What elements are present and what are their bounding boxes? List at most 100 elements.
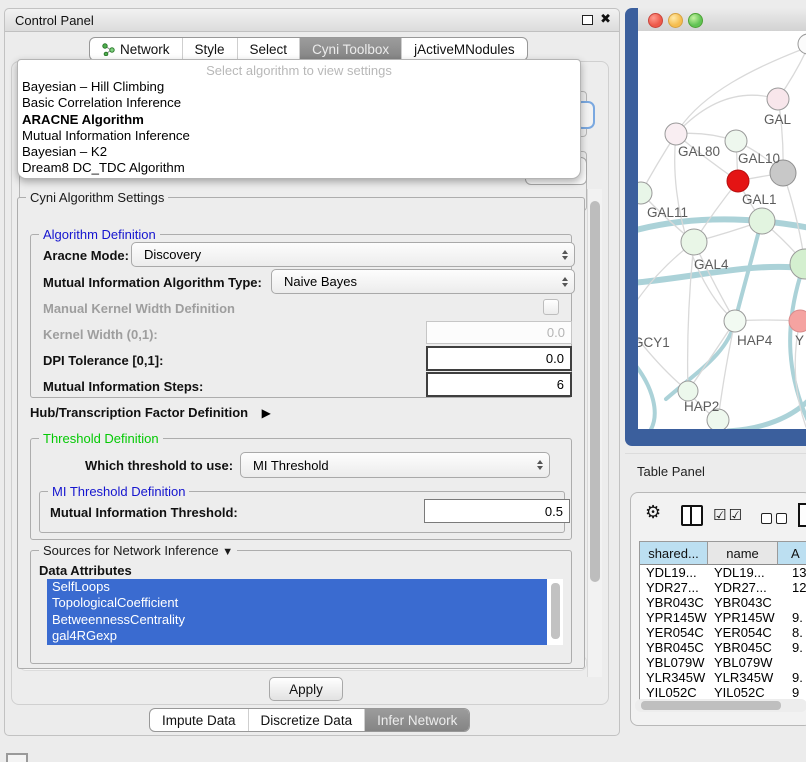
node-big-right[interactable] [790,249,806,279]
list-item-betweennesscentrality[interactable]: BetweennessCentrality [47,612,547,628]
dropdown-item-mutual-information[interactable]: Mutual Information Inference [22,128,580,144]
detached-tab-fragment [6,753,28,762]
tab-select[interactable]: Select [237,38,300,60]
node-gal80[interactable] [665,123,687,145]
node-hap4[interactable] [724,310,746,332]
network-canvas[interactable]: GALGAL80GAL10GAL1GAL11GAL4GCY1HAP4YHAP2 [638,31,806,429]
list-item-topologicalcoefficient[interactable]: TopologicalCoefficient [47,595,547,611]
vscrollbar-thumb[interactable] [590,201,600,582]
network-edge [675,134,735,321]
list-item-gal4rgexp[interactable]: gal4RGexp [47,628,547,644]
mi-threshold-definition-group: MI Threshold Definition Mutual Informati… [39,491,565,533]
tab-discretize-data[interactable]: Discretize Data [248,709,365,731]
control-panel-tabs: Network Style Select Cyni Toolbox jActiv… [89,37,528,61]
table-row[interactable]: YPR145WYPR145W9. [640,610,806,625]
mi-steps-field[interactable]: 6 [426,372,572,397]
settings-vertical-scrollbar[interactable] [587,189,602,677]
table-row[interactable]: YBR045CYBR045C9. [640,640,806,655]
table-horizontal-scrollbar[interactable] [635,699,806,712]
close-traffic-light-icon[interactable] [648,13,663,28]
sources-group: Sources for Network Inference ▼ Data Att… [30,550,572,664]
table-cell: YBL079W [640,655,708,670]
algorithm-dropdown-list: Select algorithm to view settings Bayesi… [17,59,581,179]
network-edge [638,219,806,231]
manual-kernel-width-checkbox[interactable] [543,299,559,315]
apply-button[interactable]: Apply [269,677,343,701]
node-gal4[interactable] [681,229,707,255]
table-row[interactable]: YLR345WYLR345W9. [640,670,806,685]
table-body: YDL19...YDL19...13YDR27...YDR27...12YBR0… [640,565,806,700]
table-cell: YER054C [708,625,778,640]
tab-impute-data[interactable]: Impute Data [150,709,248,731]
node-red[interactable] [727,170,749,192]
node-gal1[interactable] [749,208,775,234]
table-row[interactable]: YBR043CYBR043C [640,595,806,610]
hub-definition-toggle[interactable]: Hub/Transcription Factor Definition ▶ [30,404,271,422]
gear-icon[interactable]: ⚙ [645,502,661,523]
node-hap2[interactable] [678,381,698,401]
table-row[interactable]: YIL052CYIL052C9 [640,685,806,700]
network-graph-icon [102,43,115,56]
table-row[interactable]: YBL079WYBL079W [640,655,806,670]
column-header-shared-name[interactable]: shared... [640,542,708,565]
kernel-width-field[interactable]: 0.0 [426,321,572,344]
network-node-label: GCY1 [638,335,670,350]
table-row[interactable]: YDL19...YDL19...13 [640,565,806,580]
table-row[interactable]: YER054CYER054C8. [640,625,806,640]
combo-stepper-icon [537,460,543,470]
tab-infer-network[interactable]: Infer Network [364,709,469,731]
algorithm-definition-group: Algorithm Definition Aracne Mode: Discov… [30,234,572,398]
deselect-checkboxes-icon[interactable] [761,511,791,529]
dpi-tolerance-field[interactable]: 0.0 [426,346,572,371]
select-all-checkboxes-icon[interactable]: ☑☑ [713,506,744,524]
minimize-traffic-light-icon[interactable] [668,13,683,28]
aracne-mode-combo[interactable]: Discovery [131,242,575,267]
mi-algorithm-type-combo[interactable]: Naive Bayes [271,269,575,294]
network-canvas-svg: GALGAL80GAL10GAL1GAL11GAL4GCY1HAP4YHAP2 [638,31,806,429]
dropdown-placeholder: Select algorithm to view settings [18,63,580,79]
table-cell: YDR27... [640,580,708,595]
restore-icon[interactable] [582,15,593,25]
document-icon[interactable] [798,503,806,527]
network-edge [638,193,641,321]
table-cell: YIL052C [708,685,778,700]
column-header-partial[interactable]: A [778,542,806,565]
dpi-tolerance-label: DPI Tolerance [0,1]: [43,353,163,368]
mi-threshold-field[interactable]: 0.5 [424,499,570,523]
which-threshold-combo[interactable]: MI Threshold [240,452,550,478]
tab-style[interactable]: Style [182,38,237,60]
tab-cyni-toolbox[interactable]: Cyni Toolbox [299,38,401,60]
tab-network[interactable]: Network [90,38,182,60]
network-window-titlebar[interactable] [638,8,806,32]
data-attributes-list: SelfLoops TopologicalCoefficient Between… [47,579,563,645]
dropdown-item-dream8[interactable]: Dream8 DC_TDC Algorithm [22,160,580,176]
list-item-selfloops[interactable]: SelfLoops [47,579,547,595]
close-icon[interactable]: ✖ [600,11,611,27]
tab-jactivemnodules[interactable]: jActiveMNodules [401,38,527,60]
network-node-label: Y [795,333,804,348]
table-cell: YLR345W [708,670,778,685]
node-table: shared... name A YDL19...YDL19...13YDR27… [639,541,806,705]
dropdown-item-aracne[interactable]: ARACNE Algorithm [22,112,580,128]
table-cell: 9. [778,670,806,685]
column-header-name[interactable]: name [708,542,778,565]
node-gal11[interactable] [638,182,652,204]
dropdown-item-basic-correlation[interactable]: Basic Correlation Inference [22,95,580,111]
dropdown-item-bayesian-hill-climbing[interactable]: Bayesian – Hill Climbing [22,79,580,95]
table-cell: YLR345W [640,670,708,685]
node-gal-top[interactable] [767,88,789,110]
table-header: shared... name A [640,541,806,565]
table-row[interactable]: YDR27...YDR27...12 [640,580,806,595]
node-gal10[interactable] [725,130,747,152]
network-edge [666,219,762,399]
node-salmon[interactable] [789,310,806,332]
network-node-label: GAL11 [647,205,688,220]
cyni-algorithm-settings-group: Cyni Algorithm Settings Algorithm Defini… [17,197,585,669]
split-column-icon[interactable] [681,505,703,526]
list-scrollbar[interactable] [551,583,560,639]
combo-stepper-icon [562,250,568,260]
table-cell: YDL19... [640,565,708,580]
dropdown-item-bayesian-k2[interactable]: Bayesian – K2 [22,144,580,160]
table-hscrollbar-thumb[interactable] [641,701,781,710]
zoom-traffic-light-icon[interactable] [688,13,703,28]
